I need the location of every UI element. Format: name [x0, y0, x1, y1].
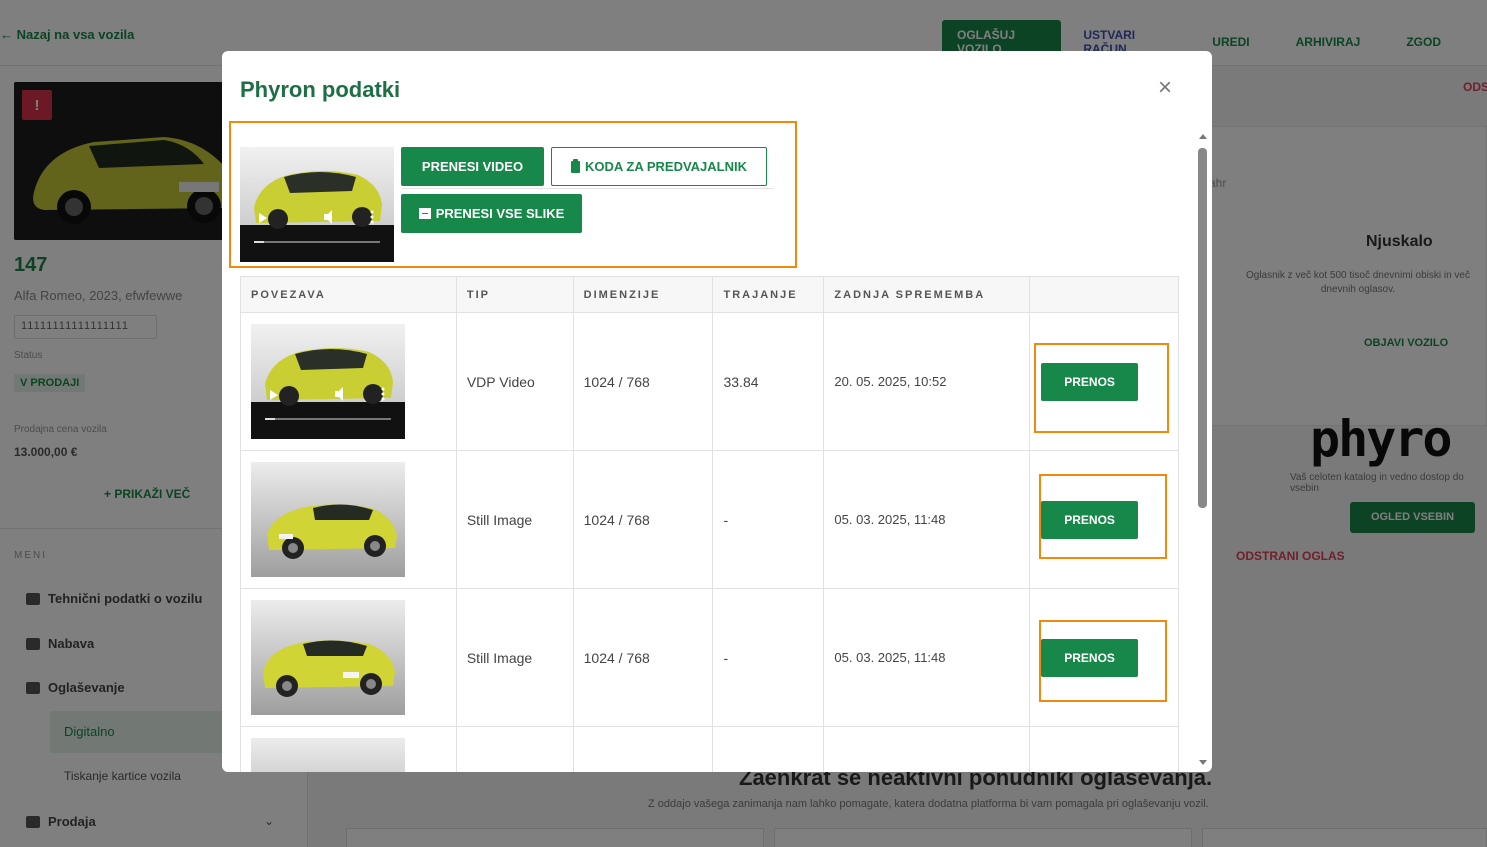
download-all-images-label: PRENESI VSE SLIKE	[435, 206, 565, 221]
type-cell: Still Image	[455, 588, 574, 727]
video-preview[interactable]	[240, 147, 394, 262]
video-thumbnail-image	[251, 324, 405, 439]
player-code-label: KODA ZA PREDVAJALNIK	[584, 159, 748, 174]
table-header-row: POVEZAVA TIP DIMENZIJE TRAJANJE ZADNJA S…	[240, 276, 1179, 313]
player-code-button[interactable]: KODA ZA PREDVAJALNIK	[551, 147, 767, 186]
type-cell: Still Image	[455, 450, 574, 589]
duration-cell: -	[712, 450, 825, 589]
image-thumbnail[interactable]	[251, 738, 405, 772]
link-cell	[240, 726, 457, 772]
modified-cell: 05. 03. 2025, 11:48	[823, 588, 1031, 727]
duration-cell	[712, 726, 825, 772]
modal-title: Phyron podatki	[240, 77, 401, 102]
dimensions-cell: 1024 / 768	[572, 312, 714, 451]
still-image-2	[251, 600, 405, 715]
table-row: Still Image 1024 / 768 - 05. 03. 2025, 1…	[240, 588, 1179, 727]
image-thumbnail[interactable]	[251, 462, 405, 577]
col-link: POVEZAVA	[240, 276, 457, 313]
video-player	[240, 147, 394, 262]
button-separator	[401, 188, 774, 189]
video-thumbnail[interactable]	[251, 324, 405, 439]
download-video-button[interactable]: PRENESI VIDEO	[401, 147, 544, 186]
col-dimensions: DIMENZIJE	[572, 276, 714, 313]
col-modified: ZADNJA SPREMEMBA	[823, 276, 1031, 313]
modal-scrollbar[interactable]	[1198, 134, 1208, 769]
link-cell	[240, 312, 457, 451]
duration-cell: -	[712, 588, 825, 727]
close-icon[interactable]: ×	[1154, 76, 1176, 100]
col-type: TIP	[455, 276, 574, 313]
link-cell	[240, 450, 457, 589]
download-all-images-button[interactable]: PRENESI VSE SLIKE	[401, 194, 582, 233]
still-image-3	[251, 738, 405, 772]
col-duration: TRAJANJE	[712, 276, 825, 313]
download-highlight	[1039, 474, 1167, 559]
clipboard-icon	[570, 158, 580, 173]
type-cell	[455, 726, 574, 772]
scroll-up-icon[interactable]	[1199, 134, 1207, 139]
table-row	[240, 726, 1179, 772]
scroll-thumb[interactable]	[1198, 148, 1207, 508]
image-thumbnail[interactable]	[251, 600, 405, 715]
dimensions-cell	[572, 726, 714, 772]
action-cell	[1029, 726, 1179, 772]
dimensions-cell: 1024 / 768	[572, 588, 714, 727]
download-highlight	[1034, 343, 1169, 433]
still-image-1	[251, 462, 405, 577]
link-cell	[240, 588, 457, 727]
scroll-down-icon[interactable]	[1199, 760, 1207, 765]
dimensions-cell: 1024 / 768	[572, 450, 714, 589]
modified-cell: 05. 03. 2025, 11:48	[823, 450, 1031, 589]
phyron-modal: Phyron podatki × PRENESI VIDEO KODA ZA P…	[222, 51, 1212, 772]
modified-cell	[823, 726, 1031, 772]
download-highlight	[1039, 620, 1167, 702]
table-row: Still Image 1024 / 768 - 05. 03. 2025, 1…	[240, 450, 1179, 589]
duration-cell: 33.84	[712, 312, 825, 451]
modified-cell: 20. 05. 2025, 10:52	[823, 312, 1031, 451]
col-actions	[1029, 276, 1179, 313]
archive-icon	[418, 208, 431, 219]
type-cell: VDP Video	[455, 312, 574, 451]
